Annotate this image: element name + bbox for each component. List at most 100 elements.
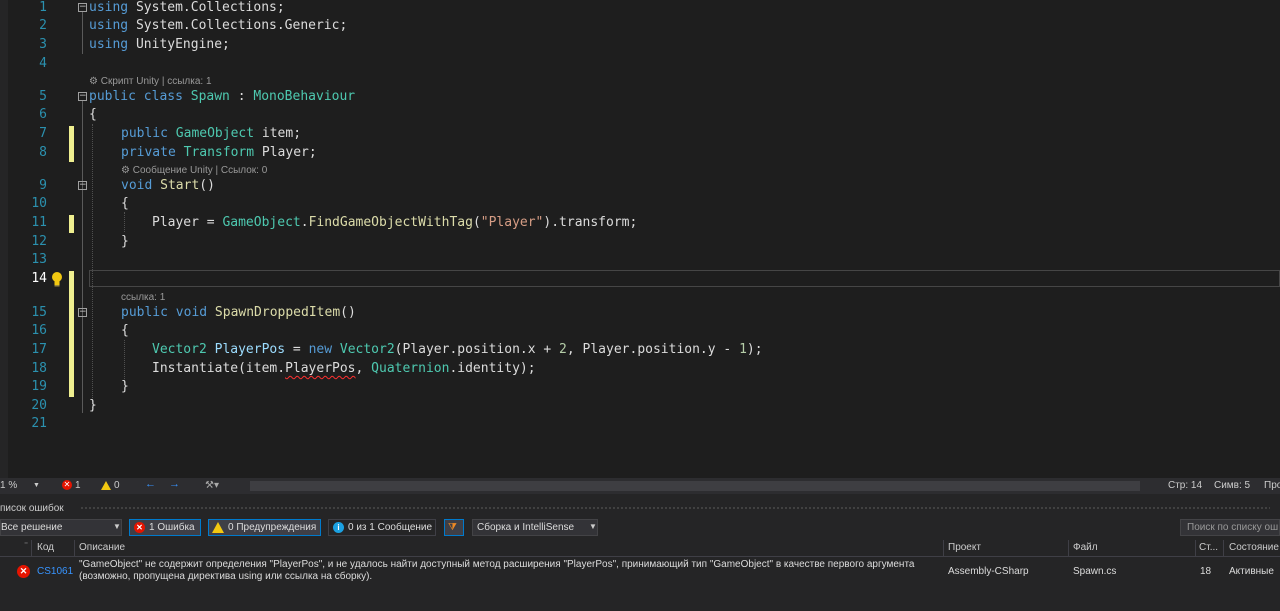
collapse-toggle[interactable]: − <box>78 92 87 101</box>
code-line-6[interactable]: { <box>89 106 97 124</box>
code-line-5[interactable]: public class Spawn : MonoBehaviour <box>89 88 355 106</box>
code-line-3[interactable]: using UnityEngine; <box>89 36 230 54</box>
zoom-dropdown-icon[interactable]: ▼ <box>33 482 40 489</box>
line-number: 18 <box>31 361 47 376</box>
codelens-class[interactable]: ⚙ Скрипт Unity | ссылка: 1 <box>89 76 212 87</box>
unity-message-icon: ⚙ <box>121 165 133 176</box>
line-number: 13 <box>31 252 47 267</box>
codelens-spawn[interactable]: ссылка: 1 <box>121 292 165 303</box>
editor-status-bar: 1 % ▼ ✕ 1 0 ← → ⚒▾ Стр: 14 Симв: 5 Про <box>0 478 1280 494</box>
line-number: 11 <box>31 215 47 230</box>
chevron-down-icon: ▼ <box>589 522 597 531</box>
code-line-12[interactable]: } <box>121 233 129 251</box>
code-line-2[interactable]: using System.Collections.Generic; <box>89 17 347 35</box>
line-number: 3 <box>39 37 47 52</box>
line-number: 10 <box>31 196 47 211</box>
sort-icon[interactable]: ⁻ <box>24 540 28 549</box>
code-line-19[interactable]: } <box>121 378 129 396</box>
messages-filter-button[interactable]: i 0 из 1 Сообщение <box>328 519 436 536</box>
code-editor[interactable]: 1 2 3 4 5 6 7 8 9 10 11 12 13 14 15 16 1… <box>0 0 1280 478</box>
line-number: 1 <box>39 0 47 15</box>
chevron-down-icon: ▼ <box>113 522 121 531</box>
line-number: 7 <box>39 126 47 141</box>
column-line[interactable]: Ст... <box>1199 542 1218 553</box>
cursor-line: Стр: 14 <box>1168 480 1203 491</box>
collapse-toggle[interactable]: − <box>78 3 87 12</box>
nav-forward-icon[interactable]: → <box>169 478 180 490</box>
info-icon: i <box>333 522 344 533</box>
editor-left-margin <box>0 0 8 478</box>
error-code-link[interactable]: CS1061 <box>37 566 73 577</box>
filter-toggle-button[interactable]: ⧩ <box>444 519 464 536</box>
code-line-15[interactable]: public void SpawnDroppedItem() <box>121 304 356 322</box>
codelens-start[interactable]: ⚙ Сообщение Unity | Ссылок: 0 <box>121 165 267 176</box>
error-line: 18 <box>1200 566 1212 577</box>
code-line-8[interactable]: private Transform Player; <box>121 144 317 162</box>
collapse-toggle[interactable]: − <box>78 181 87 190</box>
zoom-level[interactable]: 1 % <box>0 480 17 491</box>
horizontal-scrollbar[interactable] <box>250 481 1140 491</box>
code-line-20[interactable]: } <box>89 397 97 415</box>
code-line-9[interactable]: void Start() <box>121 177 215 195</box>
code-line-18[interactable]: Instantiate(item.PlayerPos, Quaternion.i… <box>152 360 536 378</box>
column-state[interactable]: Состояние <box>1229 542 1279 553</box>
outline-line <box>82 12 83 54</box>
line-number: 9 <box>39 178 47 193</box>
column-description[interactable]: Описание <box>79 542 125 553</box>
error-count-icon[interactable]: ✕ <box>62 480 72 490</box>
indent-guide <box>124 212 125 232</box>
unity-script-icon: ⚙ <box>89 76 101 87</box>
column-code[interactable]: Код <box>37 542 54 553</box>
nav-back-icon[interactable]: ← <box>145 478 156 490</box>
warning-count-icon[interactable] <box>101 481 111 490</box>
line-number: 2 <box>39 18 47 33</box>
build-filter-dropdown[interactable]: Сборка и IntelliSense ▼ <box>472 519 598 536</box>
warning-icon <box>212 522 224 533</box>
change-marker <box>69 271 74 397</box>
code-line-1[interactable]: using System.Collections; <box>89 0 285 17</box>
error-count[interactable]: 1 <box>75 480 81 491</box>
panel-title-grip[interactable] <box>80 506 1270 510</box>
code-line-7[interactable]: public GameObject item; <box>121 125 301 143</box>
line-number: 21 <box>31 416 47 431</box>
error-description: "GameObject" не содержит определения "Pl… <box>79 559 915 570</box>
error-project: Assembly-CSharp <box>948 566 1029 577</box>
error-state: Активные <box>1229 566 1274 577</box>
code-line-16[interactable]: { <box>121 322 129 340</box>
error-list-panel: писок ошибок Все решение ▼ ✕ 1 Ошибка 0 … <box>0 494 1280 611</box>
line-number: 20 <box>31 398 47 413</box>
warnings-filter-button[interactable]: 0 Предупреждения <box>208 519 321 536</box>
collapse-toggle[interactable]: − <box>78 308 87 317</box>
change-marker <box>69 126 74 162</box>
error-icon: ✕ <box>17 565 30 578</box>
scope-dropdown[interactable]: Все решение ▼ <box>0 519 122 536</box>
line-number-active: 14 <box>31 271 47 286</box>
error-icon: ✕ <box>134 522 145 533</box>
code-line-10[interactable]: { <box>121 195 129 213</box>
cursor-column: Симв: 5 <box>1214 480 1251 491</box>
filter-icon: ⧩ <box>448 522 457 533</box>
error-description-cont: (возможно, пропущена директива using или… <box>79 571 373 582</box>
error-list-toolbar: Все решение ▼ ✕ 1 Ошибка 0 Предупреждени… <box>0 518 1280 538</box>
errors-filter-button[interactable]: ✕ 1 Ошибка <box>129 519 201 536</box>
error-list-title[interactable]: писок ошибок <box>0 503 64 514</box>
line-number: 8 <box>39 145 47 160</box>
indent-guide <box>92 124 93 412</box>
tools-dropdown-icon[interactable]: ⚒▾ <box>205 480 219 491</box>
error-list-search-input[interactable]: Поиск по списку ош <box>1180 519 1280 536</box>
change-marker <box>69 215 74 233</box>
code-line-17[interactable]: Vector2 PlayerPos = new Vector2(Player.p… <box>152 341 763 359</box>
line-number: 15 <box>31 305 47 320</box>
line-number: 5 <box>39 89 47 104</box>
warning-count[interactable]: 0 <box>114 480 120 491</box>
code-line-11[interactable]: Player = GameObject.FindGameObjectWithTa… <box>152 214 637 232</box>
error-list-header: ⁻ Код Описание Проект Файл Ст... Состоян… <box>0 540 1280 557</box>
outline-line <box>82 101 83 413</box>
column-project[interactable]: Проект <box>948 542 981 553</box>
column-file[interactable]: Файл <box>1073 542 1098 553</box>
lightbulb-icon[interactable] <box>50 271 64 287</box>
error-file: Spawn.cs <box>1073 566 1117 577</box>
line-number: 16 <box>31 323 47 338</box>
line-number: 19 <box>31 379 47 394</box>
error-row[interactable]: ✕ CS1061 "GameObject" не содержит опреде… <box>0 557 1280 585</box>
